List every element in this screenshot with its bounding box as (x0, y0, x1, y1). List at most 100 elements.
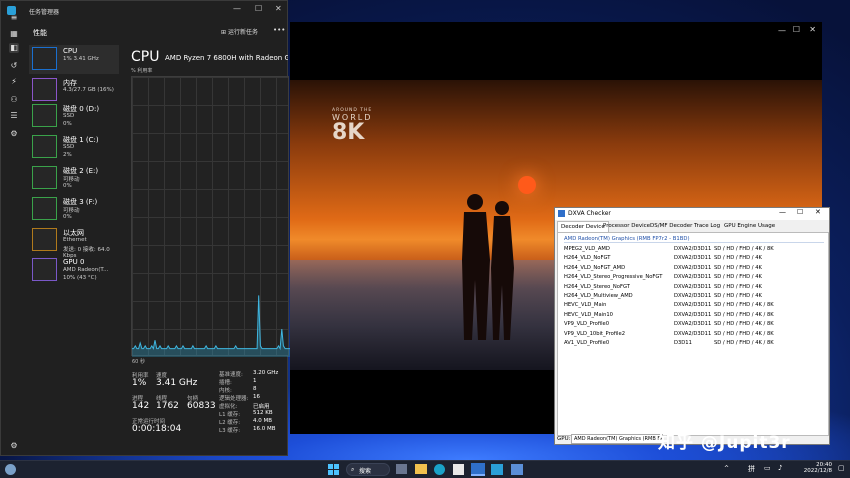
resource-item[interactable]: 磁盘 1 (C:) SSD 2% (29, 133, 119, 162)
spec-label: 内核: (219, 388, 232, 394)
threads-value: 1762 (156, 401, 179, 411)
dxva-title: DXVA Checker (568, 210, 611, 217)
details-icon[interactable]: ☰ (9, 111, 19, 121)
decoder-name: HEVC_VLD_Main (564, 302, 607, 309)
decoder-row[interactable]: H264_VLD_NoFGT DXVA2/D3D11 SD / HD / FHD… (564, 255, 824, 264)
dxva-checker-window[interactable]: DXVA Checker — ☐ ✕ Decoder Device Process… (554, 207, 830, 445)
decoder-api: DXVA2/D3D11 (674, 330, 712, 337)
resource-thumbnail (32, 78, 57, 101)
cpu-usage-polyline (132, 295, 290, 351)
tab-gpu-engine-usage[interactable]: GPU Engine Usage (721, 221, 778, 232)
decoder-row[interactable]: H264_VLD_Stereo_NoFGT DXVA2/D3D11 SD / H… (564, 284, 824, 293)
maximize-icon[interactable]: ☐ (797, 208, 803, 216)
processes-icon[interactable]: ▦ (9, 29, 19, 39)
resource-detail: 4.3/27.7 GB (16%) (63, 87, 114, 93)
resource-thumbnail (32, 47, 57, 70)
resource-item[interactable]: 磁盘 2 (E:) 可移动 0% (29, 164, 119, 193)
settings-icon[interactable]: ⚙ (9, 441, 19, 451)
close-icon[interactable]: ✕ (275, 4, 282, 13)
minimize-icon[interactable]: — (233, 4, 241, 13)
dxva-title-bar[interactable]: DXVA Checker — ☐ ✕ (555, 208, 829, 220)
maximize-icon[interactable]: ☐ (255, 4, 262, 13)
services-icon[interactable]: ⚙ (9, 129, 19, 139)
decoder-api: DXVA2/D3D11 (674, 255, 712, 262)
run-task-button[interactable]: ⊞ 运行新任务 (221, 27, 258, 36)
handles-value: 60833 (187, 401, 216, 411)
resource-item[interactable]: 磁盘 0 (D:) SSD 0% (29, 102, 119, 131)
resource-item[interactable]: GPU 0 AMD Radeon(T... 10% (43 °C) (29, 256, 119, 285)
more-button[interactable]: ••• (273, 26, 285, 34)
decoder-row[interactable]: VP9_VLD_10bit_Profile2 DXVA2/D3D11 SD / … (564, 331, 824, 340)
gpu-select[interactable]: AMD Radeon(TM) Graphics (RMB FP7r2 - B1B… (571, 434, 663, 444)
decoder-api: DXVA2/D3D11 (674, 246, 712, 252)
video-player-taskbar-icon[interactable] (491, 464, 503, 475)
tray-overflow-icon[interactable]: ^ (724, 465, 729, 472)
decoder-row[interactable]: H264_VLD_NoFGT_AMD DXVA2/D3D11 SD / HD /… (564, 265, 824, 274)
edge-icon[interactable] (434, 464, 445, 475)
resource-item[interactable]: 磁盘 3 (F:) 可移动 0% (29, 195, 119, 224)
ime-indicator[interactable]: 拼 (748, 464, 755, 474)
start-icon[interactable] (328, 464, 339, 475)
cpu-model: AMD Ryzen 7 6800H with Radeon Gr (165, 54, 288, 62)
resource-detail: AMD Radeon(T... (63, 267, 109, 273)
resource-item[interactable]: 内存 4.3/27.7 GB (16%) (29, 76, 119, 105)
spec-label: 虚拟化: (219, 404, 238, 410)
decoder-row[interactable]: H264_VLD_Stereo_Progressive_NoFGT DXVA2/… (564, 274, 824, 283)
decoder-row[interactable]: HEVC_VLD_Main DXVA2/D3D11 SD / HD / FHD … (564, 302, 824, 311)
maximize-icon[interactable]: ☐ (793, 25, 800, 34)
tab-processor-device[interactable]: Processor Device (600, 221, 653, 232)
weather-icon[interactable] (5, 464, 16, 475)
spec-label: 基准速度: (219, 372, 243, 378)
decoder-resolutions: SD / HD / FHD / 4K (714, 255, 762, 262)
store-icon[interactable] (453, 464, 464, 475)
taskmgr-taskbar-icon[interactable] (511, 464, 523, 475)
tab-trace-log[interactable]: Trace Log (691, 221, 723, 232)
decoder-row[interactable]: VP9_VLD_Profile0 DXVA2/D3D11 SD / HD / F… (564, 321, 824, 330)
decoder-name: H264_VLD_Stereo_NoFGT (564, 283, 630, 290)
decoder-api: D3D11 (674, 340, 692, 346)
network-icon[interactable]: ▭ (764, 464, 771, 472)
decoder-name: H264_VLD_NoFGT_AMD (564, 264, 626, 271)
start-tile (334, 464, 339, 469)
dxva-taskbar-icon[interactable] (471, 463, 485, 476)
users-icon[interactable]: ⚇ (9, 95, 19, 105)
volume-icon[interactable]: ♪ (778, 464, 782, 472)
task-manager-window[interactable]: 任务管理器 — ☐ ✕ ≡ ▦ ◧ ↺ ⚡ ⚇ ☰ ⚙ ⚙ 性能 ⊞ 运行新任务… (0, 0, 290, 457)
resource-name: CPU (63, 47, 78, 55)
decoder-row[interactable]: HEVC_VLD_Main10 DXVA2/D3D11 SD / HD / FH… (564, 312, 824, 321)
close-icon[interactable]: ✕ (809, 25, 816, 34)
startup-icon[interactable]: ⚡ (9, 77, 19, 87)
taskbar: ⌕ 搜索 ^ 拼 ▭ ♪ 20:40 2022/12/8 ▢ (0, 460, 850, 478)
decoder-list: AMD Radeon(TM) Graphics (RMB FP7r2 - B1B… (557, 232, 829, 436)
resource-item[interactable]: 以太网 Ethernet 发送: 0 接收: 64.0 Kbps (29, 226, 119, 259)
close-icon[interactable]: ✕ (815, 208, 821, 216)
performance-icon[interactable]: ◧ (9, 43, 19, 53)
decoder-row[interactable]: AV1_VLD_Profile0 D3D11 SD / HD / FHD / 4… (564, 340, 824, 349)
decoder-row[interactable]: H264_VLD_Multiview_AMD DXVA2/D3D11 SD / … (564, 293, 824, 302)
spec-value: 4.0 MB (253, 418, 273, 424)
resource-detail: SSD (63, 113, 75, 119)
title-bar[interactable]: 任务管理器 — ☐ ✕ (1, 1, 287, 21)
file-explorer-icon[interactable] (415, 464, 427, 474)
minimize-icon[interactable]: — (779, 208, 786, 216)
nav-rail: ≡ ▦ ◧ ↺ ⚡ ⚇ ☰ ⚙ ⚙ (1, 13, 27, 457)
run-task-label: 运行新任务 (227, 29, 258, 36)
hamburger-icon[interactable]: ≡ (9, 13, 19, 23)
minimize-icon[interactable]: — (778, 26, 786, 35)
spec-value: 已启用 (253, 404, 270, 410)
resource-item[interactable]: CPU 1% 3.41 GHz (29, 45, 119, 74)
clock-date: 2022/12/8 (803, 468, 832, 474)
spec-value: 3.20 GHz (253, 370, 279, 376)
decoder-name: VP9_VLD_Profile0 (564, 321, 610, 328)
tab-ds-mf-decoder[interactable]: DS/MF Decoder (647, 221, 695, 232)
clock[interactable]: 20:40 2022/12/8 (800, 462, 832, 474)
resource-detail: 可移动 (63, 208, 80, 214)
task-view-icon[interactable] (396, 464, 407, 474)
notification-icon[interactable]: ▢ (838, 464, 845, 472)
spec-label: 逻辑处理器: (219, 396, 249, 402)
decoder-row[interactable]: MPEG2_VLD_AMD DXVA2/D3D11 SD / HD / FHD … (564, 246, 824, 255)
search-box[interactable]: ⌕ 搜索 (346, 463, 390, 476)
decoder-api: DXVA2/D3D11 (674, 274, 712, 281)
app-history-icon[interactable]: ↺ (9, 61, 19, 71)
spec-value: 16.0 MB (253, 426, 276, 432)
